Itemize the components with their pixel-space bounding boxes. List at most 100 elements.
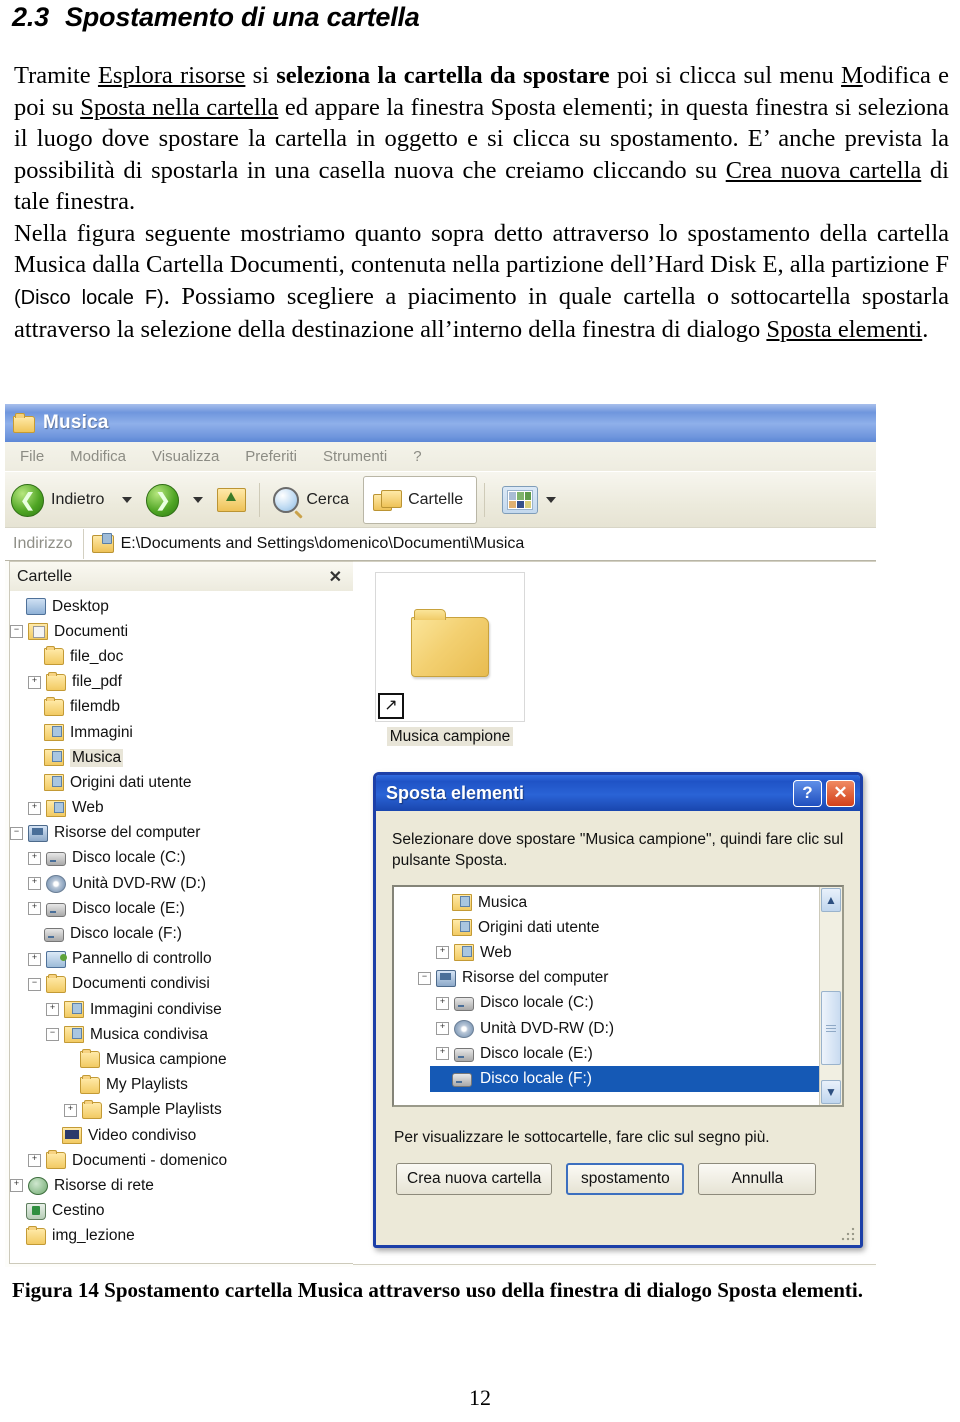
back-dropdown-icon[interactable] <box>122 497 133 503</box>
collapse-icon[interactable]: − <box>10 826 23 840</box>
tree-item[interactable]: Origini dati utente <box>430 915 842 940</box>
expand-icon[interactable]: + <box>10 1179 23 1193</box>
tree-item[interactable]: − Risorse del computer <box>412 966 842 991</box>
tree-item[interactable]: Disco locale (F:) <box>430 1066 842 1092</box>
tree-item[interactable]: + Web <box>430 940 842 965</box>
crea-nuova-cartella-button[interactable]: Crea nuova cartella <box>396 1163 553 1195</box>
spostamento-button[interactable]: spostamento <box>566 1163 685 1195</box>
heading-number: 2.3 <box>12 2 49 32</box>
views-dropdown-icon[interactable] <box>546 497 557 503</box>
close-icon[interactable]: ✕ <box>329 567 354 587</box>
tree-item-label: Musica campione <box>106 1050 227 1068</box>
tree-item[interactable]: + Disco locale (E:) <box>28 896 354 921</box>
tree-item[interactable]: Immagini <box>28 720 354 745</box>
folders-toggle-button[interactable]: Cartelle <box>363 476 478 524</box>
tree-item-label: img_lezione <box>52 1227 135 1245</box>
dialog-close-icon[interactable]: ✕ <box>826 779 855 807</box>
scrollbar-thumb[interactable] <box>821 991 841 1065</box>
expand-icon[interactable]: + <box>28 1154 41 1168</box>
tree-item[interactable]: Desktop <box>10 594 354 619</box>
expand-icon[interactable]: + <box>436 946 449 960</box>
tree-item[interactable]: − Risorse del computer <box>10 821 354 846</box>
tree-item-label: Disco locale (C:) <box>72 849 186 867</box>
back-button[interactable]: ❮ Indietro <box>5 478 114 522</box>
list-item[interactable]: ↗ Musica campione <box>375 572 525 746</box>
help-button[interactable]: ? <box>793 779 822 807</box>
expand-icon[interactable]: + <box>28 902 41 916</box>
collapse-icon[interactable]: − <box>10 625 23 639</box>
tree-item[interactable]: − Documenti condivisi <box>28 972 354 997</box>
chevron-down-icon[interactable]: ▼ <box>821 1080 841 1104</box>
dialog-tree-container[interactable]: Musica Origini dati utente + Web − Risorse de… <box>392 885 844 1107</box>
address-input[interactable]: E:\Documents and Settings\domenico\Docum… <box>82 529 876 559</box>
annulla-button[interactable]: Annulla <box>698 1163 817 1195</box>
tree-item[interactable]: Musica campione <box>64 1047 354 1072</box>
folders-tree-pane[interactable]: Desktop − Documenti file_doc + file_pdf filemd… <box>9 591 355 1264</box>
tree-item[interactable]: + Pannello di controllo <box>28 947 354 972</box>
expand-icon[interactable]: + <box>46 1003 59 1017</box>
resize-grip-icon[interactable] <box>841 1227 855 1241</box>
tree-item[interactable]: + Immagini condivise <box>46 997 354 1022</box>
tree-item[interactable]: + Risorse di rete <box>10 1173 354 1198</box>
link-sposta-nella-cartella: Sposta nella cartella <box>80 93 279 121</box>
tree-item[interactable]: Disco locale (F:) <box>28 921 354 946</box>
expand-icon[interactable]: + <box>28 801 41 815</box>
up-button[interactable] <box>211 478 252 522</box>
menu-item-help[interactable]: ? <box>402 448 432 465</box>
expand-icon[interactable]: + <box>436 996 449 1010</box>
collapse-icon[interactable]: − <box>46 1028 59 1042</box>
search-button[interactable]: Cerca <box>267 478 359 522</box>
tree-item[interactable]: Musica <box>28 745 354 770</box>
tree-item[interactable]: Musica <box>430 890 842 915</box>
expand-icon[interactable]: + <box>436 1022 449 1036</box>
forward-dropdown-icon[interactable] <box>193 497 204 503</box>
tree-item[interactable]: Origini dati utente <box>28 770 354 795</box>
tree-item[interactable]: + Unità DVD-RW (D:) <box>430 1016 842 1041</box>
tree-item[interactable]: + Web <box>28 796 354 821</box>
expand-icon[interactable]: + <box>28 675 41 689</box>
expand-icon[interactable]: + <box>436 1047 449 1061</box>
chevron-up-icon[interactable]: ▲ <box>821 888 841 912</box>
collapse-icon[interactable]: − <box>418 971 431 985</box>
tree-item[interactable]: + Sample Playlists <box>64 1098 354 1123</box>
tree-item-label: My Playlists <box>106 1076 188 1094</box>
tree-item[interactable]: Video condiviso <box>46 1123 354 1148</box>
p1-bold: seleziona la cartella da spostare <box>276 62 610 89</box>
tree-item[interactable]: + Disco locale (C:) <box>430 991 842 1016</box>
vertical-scrollbar[interactable]: ▲ ▼ <box>819 887 842 1105</box>
tree-item[interactable]: + Disco locale (C:) <box>28 846 354 871</box>
forward-button[interactable]: ❯ <box>140 478 185 522</box>
tree-item[interactable]: + file_pdf <box>28 670 354 695</box>
tree-item[interactable]: file_doc <box>28 644 354 669</box>
tree-item[interactable]: My Playlists <box>64 1073 354 1098</box>
tree-item[interactable]: + Documenti - domenico <box>28 1148 354 1173</box>
my-computer-icon <box>436 969 456 987</box>
expand-icon[interactable]: + <box>28 851 41 865</box>
views-button[interactable] <box>502 486 539 514</box>
pictures-folder-icon <box>64 1001 84 1019</box>
tree-item[interactable]: − Documenti <box>10 619 354 644</box>
tree-item[interactable]: − Musica condivisa <box>46 1022 354 1047</box>
tree-item-label: Origini dati utente <box>478 918 600 936</box>
tree-item[interactable]: + Disco locale (E:) <box>430 1041 842 1066</box>
menu-item-modifica[interactable]: Modifica <box>59 448 137 465</box>
tree-item-label: Immagini <box>70 723 133 741</box>
expand-icon[interactable]: + <box>28 877 41 891</box>
scrollbar-track[interactable] <box>820 913 842 1079</box>
collapse-icon[interactable]: − <box>28 977 41 991</box>
tree-item[interactable]: Cestino <box>10 1199 354 1224</box>
expand-icon[interactable]: + <box>64 1103 77 1117</box>
tree-item[interactable]: img_lezione <box>10 1224 354 1249</box>
menu-item-file[interactable]: File <box>9 448 55 465</box>
tree-item[interactable]: + Unità DVD-RW (D:) <box>28 871 354 896</box>
menu-item-strumenti[interactable]: Strumenti <box>312 448 398 465</box>
tree-item[interactable]: filemdb <box>28 695 354 720</box>
tree-item-label: Disco locale (E:) <box>72 899 185 917</box>
menu-item-preferiti[interactable]: Preferiti <box>234 448 308 465</box>
menu-item-visualizza[interactable]: Visualizza <box>141 448 230 465</box>
expand-icon[interactable]: + <box>28 952 41 966</box>
